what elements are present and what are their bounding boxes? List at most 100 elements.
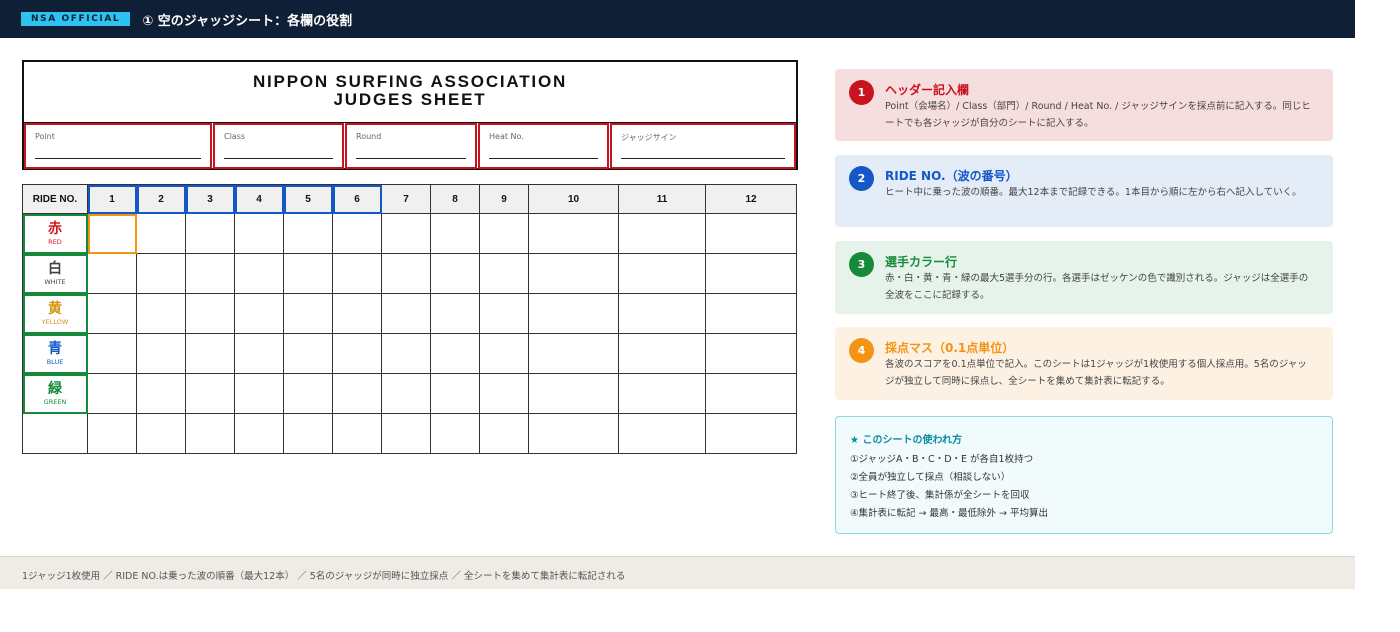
score-cell[interactable] [283, 253, 333, 294]
score-cell[interactable] [283, 413, 333, 454]
score-grid: RIDE NO. 1 2 3 4 5 6 7 8 9 10 11 12 赤 RE… [22, 184, 797, 454]
usage-line: ③ヒート終了後、集計係が全シートを回収 [850, 490, 1030, 501]
score-cell[interactable] [136, 253, 186, 294]
field-heat-no[interactable]: Heat No. [478, 123, 609, 169]
score-cell[interactable] [332, 333, 382, 374]
score-cell[interactable] [618, 373, 706, 414]
score-cell[interactable] [479, 213, 529, 254]
score-cell[interactable] [479, 253, 529, 294]
card-number-badge: 3 [849, 252, 874, 277]
field-point[interactable]: Point [24, 123, 212, 169]
score-cell[interactable] [430, 213, 480, 254]
score-cell[interactable] [87, 293, 137, 334]
score-cell[interactable] [381, 333, 431, 374]
score-cell[interactable] [618, 213, 706, 254]
field-judge-sign[interactable]: ジャッジサイン [610, 123, 796, 169]
score-cell[interactable] [618, 253, 706, 294]
footer-text: 1ジャッジ1枚使用 ／ RIDE NO.は乗った波の順番（最大12本） ／ 5名… [22, 571, 626, 582]
field-label: ジャッジサイン [621, 133, 677, 142]
ride-number: 4 [234, 184, 284, 214]
score-cell[interactable] [618, 413, 706, 454]
score-cell[interactable] [283, 373, 333, 414]
field-class[interactable]: Class [213, 123, 344, 169]
score-cell[interactable] [618, 293, 706, 334]
score-cell[interactable] [430, 293, 480, 334]
card-color-rows: 3 選手カラー行 赤・白・黄・青・緑の最大5選手分の行。各選手はゼッケンの色で識… [835, 241, 1333, 314]
score-cell[interactable] [381, 373, 431, 414]
score-cell[interactable] [283, 213, 333, 254]
score-cell[interactable] [430, 253, 480, 294]
score-cell[interactable] [283, 293, 333, 334]
sheet-title: NIPPON SURFING ASSOCIATION JUDGES SHEET [24, 62, 796, 109]
ride-number: 12 [705, 184, 797, 214]
field-line [35, 158, 201, 159]
score-cell[interactable] [234, 333, 284, 374]
score-cell[interactable] [618, 333, 706, 374]
score-cell[interactable] [528, 213, 619, 254]
score-cell[interactable] [430, 413, 480, 454]
empty-row [22, 413, 797, 454]
score-cell[interactable] [185, 293, 235, 334]
score-cell[interactable] [87, 413, 137, 454]
score-cell[interactable] [87, 333, 137, 374]
score-cell[interactable] [528, 293, 619, 334]
score-cell[interactable] [332, 373, 382, 414]
score-cell[interactable] [479, 413, 529, 454]
score-cell[interactable] [136, 293, 186, 334]
card-body: 各波のスコアを0.1点単位で記入。このシートは1ジャッジが1枚使用する個人採点用… [885, 359, 1307, 387]
competitor-row: 黄 YELLOW [22, 293, 797, 334]
score-cell[interactable] [234, 253, 284, 294]
score-cell[interactable] [705, 213, 797, 254]
field-round[interactable]: Round [345, 123, 477, 169]
competitor-label: 青 BLUE [22, 333, 88, 374]
field-line [621, 158, 785, 159]
score-cell[interactable] [332, 413, 382, 454]
score-cell[interactable] [185, 413, 235, 454]
score-cell[interactable] [705, 293, 797, 334]
ride-number-row: RIDE NO. 1 2 3 4 5 6 7 8 9 10 11 12 [22, 184, 797, 214]
ride-number: 2 [136, 184, 186, 214]
score-cell[interactable] [136, 373, 186, 414]
score-cell[interactable] [479, 333, 529, 374]
score-cell[interactable] [234, 413, 284, 454]
score-cell[interactable] [430, 333, 480, 374]
score-cell[interactable] [430, 373, 480, 414]
score-cell[interactable] [528, 253, 619, 294]
judges-sheet-header: NIPPON SURFING ASSOCIATION JUDGES SHEET … [22, 60, 798, 170]
score-cell[interactable] [381, 293, 431, 334]
score-cell[interactable] [332, 293, 382, 334]
score-cell[interactable] [283, 333, 333, 374]
score-cell[interactable] [479, 293, 529, 334]
score-cell[interactable] [332, 213, 382, 254]
top-bar: NSA OFFICIAL ① 空のジャッジシート：各欄の役割 [0, 0, 1355, 38]
ride-number: 11 [618, 184, 706, 214]
score-cell[interactable] [185, 253, 235, 294]
score-cell[interactable] [87, 373, 137, 414]
card-title: 採点マス（0.1点単位） [885, 341, 1015, 355]
score-cell[interactable] [234, 373, 284, 414]
score-cell[interactable] [136, 333, 186, 374]
score-cell[interactable] [87, 213, 137, 254]
score-cell[interactable] [705, 413, 797, 454]
score-cell[interactable] [381, 253, 431, 294]
score-cell[interactable] [705, 253, 797, 294]
score-cell[interactable] [234, 213, 284, 254]
score-cell[interactable] [705, 333, 797, 374]
score-cell[interactable] [528, 413, 619, 454]
score-cell[interactable] [185, 333, 235, 374]
footer: 1ジャッジ1枚使用 ／ RIDE NO.は乗った波の順番（最大12本） ／ 5名… [0, 556, 1355, 589]
sheet-title-line1: NIPPON SURFING ASSOCIATION [252, 72, 568, 91]
score-cell[interactable] [87, 253, 137, 294]
score-cell[interactable] [332, 253, 382, 294]
score-cell[interactable] [185, 213, 235, 254]
score-cell[interactable] [479, 373, 529, 414]
score-cell[interactable] [381, 213, 431, 254]
score-cell[interactable] [136, 413, 186, 454]
score-cell[interactable] [136, 213, 186, 254]
score-cell[interactable] [234, 293, 284, 334]
score-cell[interactable] [528, 373, 619, 414]
score-cell[interactable] [528, 333, 619, 374]
score-cell[interactable] [185, 373, 235, 414]
score-cell[interactable] [705, 373, 797, 414]
score-cell[interactable] [381, 413, 431, 454]
